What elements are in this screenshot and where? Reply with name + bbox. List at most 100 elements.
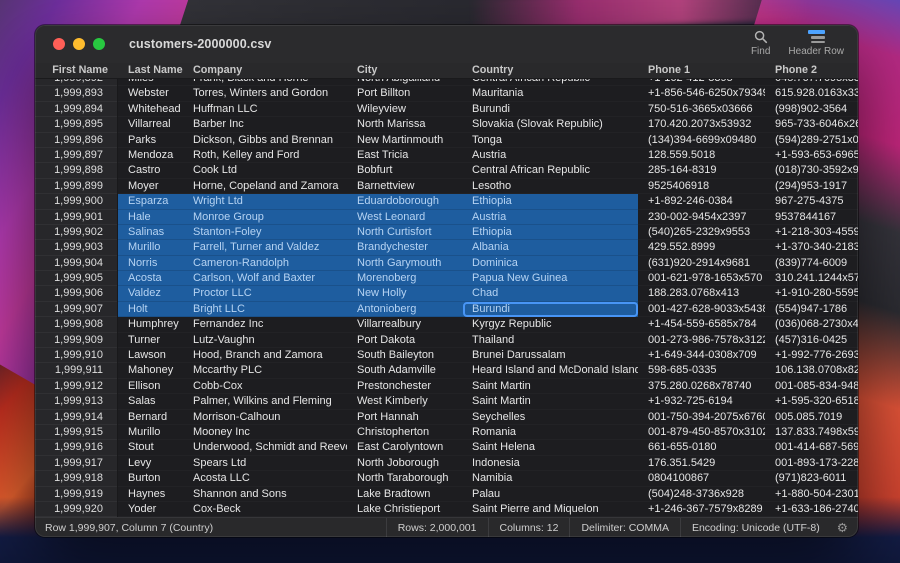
- phone2-cell[interactable]: (998)902-3564: [765, 102, 858, 117]
- city-cell[interactable]: Prestonchester: [347, 379, 462, 394]
- column-header-phone1[interactable]: Phone 1: [638, 63, 765, 78]
- company-cell[interactable]: Horne, Copeland and Zamora: [183, 179, 347, 194]
- phone1-cell[interactable]: 429.552.8999: [638, 240, 765, 255]
- column-header-first-name[interactable]: First Name: [35, 63, 118, 78]
- company-cell[interactable]: Acosta LLC: [183, 471, 347, 486]
- company-cell[interactable]: Hood, Branch and Zamora: [183, 348, 347, 363]
- country-cell[interactable]: Albania: [462, 240, 638, 255]
- phone1-cell[interactable]: 750-516-3665x03666: [638, 102, 765, 117]
- company-cell[interactable]: Frank, Black and Horne: [183, 79, 347, 86]
- phone1-cell[interactable]: (504)248-3736x928: [638, 487, 765, 502]
- phone2-cell[interactable]: +1-910-280-5595x74: [765, 286, 858, 301]
- city-cell[interactable]: East Carolyntown: [347, 440, 462, 455]
- phone1-cell[interactable]: +1-246-367-7579x8289: [638, 502, 765, 517]
- last-name-cell[interactable]: Acosta: [118, 271, 183, 286]
- last-name-cell[interactable]: Levy: [118, 456, 183, 471]
- last-name-cell[interactable]: Webster: [118, 86, 183, 101]
- row-number-cell[interactable]: 1,999,893: [35, 86, 118, 101]
- company-cell[interactable]: Roth, Kelley and Ford: [183, 148, 347, 163]
- phone2-cell[interactable]: (554)947-1786: [765, 302, 858, 317]
- company-cell[interactable]: Carlson, Wolf and Baxter: [183, 271, 347, 286]
- city-cell[interactable]: West Leonard: [347, 210, 462, 225]
- active-cell[interactable]: Burundi: [462, 302, 638, 317]
- phone1-cell[interactable]: 375.280.0268x78740: [638, 379, 765, 394]
- city-cell[interactable]: Bobfurt: [347, 163, 462, 178]
- company-cell[interactable]: Morrison-Calhoun: [183, 410, 347, 425]
- country-cell[interactable]: Dominica: [462, 256, 638, 271]
- row-number-cell[interactable]: 1,999,919: [35, 487, 118, 502]
- country-cell[interactable]: Kyrgyz Republic: [462, 317, 638, 332]
- row-number-cell[interactable]: 1,999,917: [35, 456, 118, 471]
- company-cell[interactable]: Cox-Beck: [183, 502, 347, 517]
- company-cell[interactable]: Dickson, Gibbs and Brennan: [183, 133, 347, 148]
- phone2-cell[interactable]: 310.241.1244x5745: [765, 271, 858, 286]
- phone1-cell[interactable]: +1-892-246-0384: [638, 194, 765, 209]
- last-name-cell[interactable]: Villarreal: [118, 117, 183, 132]
- phone2-cell[interactable]: +1-370-340-2183: [765, 240, 858, 255]
- company-cell[interactable]: Monroe Group: [183, 210, 347, 225]
- row-number-cell[interactable]: 1,999,899: [35, 179, 118, 194]
- company-cell[interactable]: Barber Inc: [183, 117, 347, 132]
- row-number-cell[interactable]: 1,999,915: [35, 425, 118, 440]
- country-cell[interactable]: Saint Pierre and Miquelon: [462, 502, 638, 517]
- city-cell[interactable]: Villarrealbury: [347, 317, 462, 332]
- country-cell[interactable]: Ethiopia: [462, 225, 638, 240]
- last-name-cell[interactable]: Murillo: [118, 240, 183, 255]
- phone2-cell[interactable]: (594)289-2751x0603: [765, 133, 858, 148]
- company-cell[interactable]: Shannon and Sons: [183, 487, 347, 502]
- last-name-cell[interactable]: Holt: [118, 302, 183, 317]
- phone1-cell[interactable]: 001-621-978-1653x570: [638, 271, 765, 286]
- company-cell[interactable]: Underwood, Schmidt and Reeves: [183, 440, 347, 455]
- last-name-cell[interactable]: Norris: [118, 256, 183, 271]
- company-cell[interactable]: Mccarthy PLC: [183, 363, 347, 378]
- country-cell[interactable]: Austria: [462, 210, 638, 225]
- last-name-cell[interactable]: Burton: [118, 471, 183, 486]
- last-name-cell[interactable]: Ellison: [118, 379, 183, 394]
- row-number-cell[interactable]: 1,999,920: [35, 502, 118, 517]
- country-cell[interactable]: Slovakia (Slovak Republic): [462, 117, 638, 132]
- city-cell[interactable]: New Holly: [347, 286, 462, 301]
- row-number-cell[interactable]: 1,999,908: [35, 317, 118, 332]
- country-cell[interactable]: Central African Republic: [462, 163, 638, 178]
- city-cell[interactable]: New Martinmouth: [347, 133, 462, 148]
- country-cell[interactable]: Saint Martin: [462, 394, 638, 409]
- row-number-cell[interactable]: 1,999,913: [35, 394, 118, 409]
- find-button[interactable]: Find: [751, 29, 770, 57]
- city-cell[interactable]: Lake Bradtown: [347, 487, 462, 502]
- column-header-country[interactable]: Country: [462, 63, 638, 78]
- phone2-cell[interactable]: +1-218-303-4559x84: [765, 225, 858, 240]
- country-cell[interactable]: Papua New Guinea: [462, 271, 638, 286]
- phone1-cell[interactable]: 001-427-628-9033x5438: [638, 302, 765, 317]
- company-cell[interactable]: Huffman LLC: [183, 102, 347, 117]
- company-cell[interactable]: Mooney Inc: [183, 425, 347, 440]
- row-number-cell[interactable]: 1,999,896: [35, 133, 118, 148]
- phone1-cell[interactable]: 598-685-0335: [638, 363, 765, 378]
- company-cell[interactable]: Bright LLC: [183, 302, 347, 317]
- phone2-cell[interactable]: +1-593-653-6965x44: [765, 148, 858, 163]
- country-cell[interactable]: Saint Helena: [462, 440, 638, 455]
- phone1-cell[interactable]: 230-002-9454x2397: [638, 210, 765, 225]
- last-name-cell[interactable]: Salas: [118, 394, 183, 409]
- row-number-cell[interactable]: 1,999,903: [35, 240, 118, 255]
- phone1-cell[interactable]: (134)394-6699x09480: [638, 133, 765, 148]
- phone2-cell[interactable]: (294)953-1917: [765, 179, 858, 194]
- company-cell[interactable]: Proctor LLC: [183, 286, 347, 301]
- row-number-cell[interactable]: 1,999,904: [35, 256, 118, 271]
- phone2-cell[interactable]: +1-992-776-2693x92: [765, 348, 858, 363]
- country-cell[interactable]: Ethiopia: [462, 194, 638, 209]
- city-cell[interactable]: Lake Christieport: [347, 502, 462, 517]
- row-number-cell[interactable]: 1,999,900: [35, 194, 118, 209]
- last-name-cell[interactable]: Bernard: [118, 410, 183, 425]
- phone2-cell[interactable]: 967-275-4375: [765, 194, 858, 209]
- row-number-cell[interactable]: 1,999,901: [35, 210, 118, 225]
- row-number-cell[interactable]: 1,999,912: [35, 379, 118, 394]
- last-name-cell[interactable]: Valdez: [118, 286, 183, 301]
- phone1-cell[interactable]: 001-750-394-2075x6760: [638, 410, 765, 425]
- row-number-cell[interactable]: 1,999,914: [35, 410, 118, 425]
- phone1-cell[interactable]: +1-932-725-6194: [638, 394, 765, 409]
- city-cell[interactable]: North Abigailland: [347, 79, 462, 86]
- city-cell[interactable]: North Curtisfort: [347, 225, 462, 240]
- phone1-cell[interactable]: +1-856-546-6250x79349: [638, 86, 765, 101]
- phone1-cell[interactable]: +1-162-412-8395: [638, 79, 765, 86]
- last-name-cell[interactable]: Lawson: [118, 348, 183, 363]
